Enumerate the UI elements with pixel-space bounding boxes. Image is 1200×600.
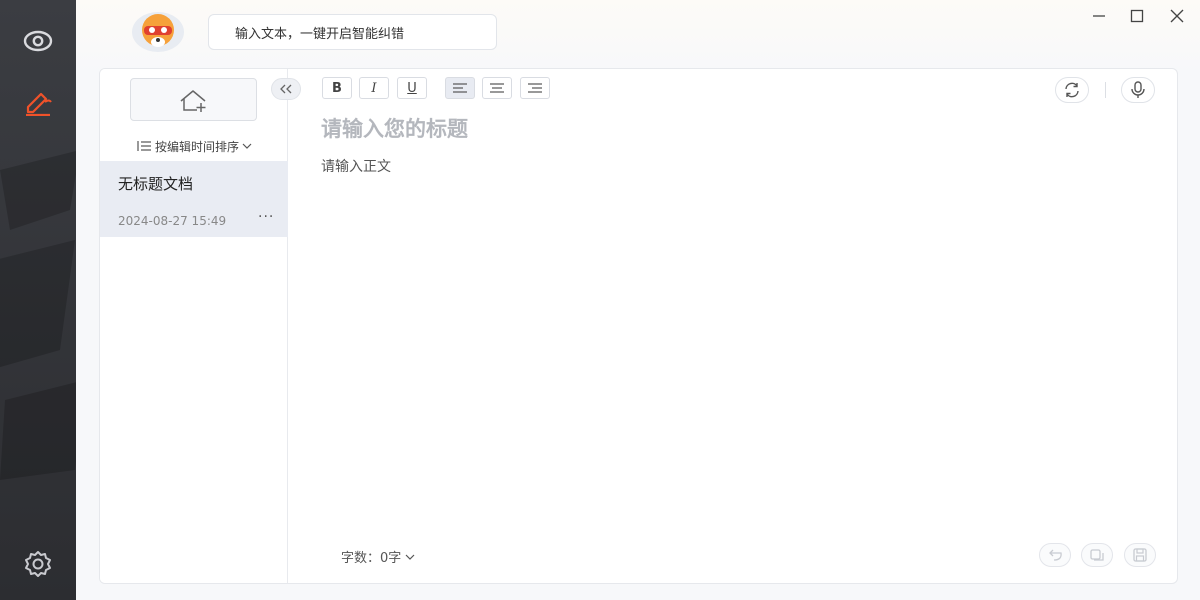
more-options-icon[interactable]: ··· (258, 209, 274, 225)
hint-text: 输入文本，一键开启智能纠错 (235, 26, 405, 42)
word-count-label: 字数：0字 (341, 551, 402, 566)
save-button[interactable] (1124, 543, 1156, 567)
refresh-icon (1065, 82, 1079, 98)
align-right-button[interactable] (520, 77, 550, 99)
word-count-dropdown[interactable]: 字数：0字 (341, 547, 415, 566)
document-list-panel: 按编辑时间排序 无标题文档 2024-08-27 15:49 ··· (100, 69, 288, 583)
minimize-icon[interactable] (1085, 4, 1113, 28)
document-timestamp: 2024-08-27 15:49 (118, 214, 227, 228)
gear-icon[interactable] (20, 546, 56, 582)
align-left-button[interactable] (445, 77, 475, 99)
microphone-icon (1131, 81, 1145, 98)
align-center-button[interactable] (482, 77, 512, 99)
sort-label: 按编辑时间排序 (154, 139, 239, 154)
italic-button[interactable]: I (359, 77, 389, 99)
underline-button[interactable]: U (397, 77, 427, 99)
save-icon (1133, 548, 1147, 562)
document-title: 无标题文档 (118, 175, 194, 193)
app-sidebar (0, 0, 76, 600)
sort-icon (137, 141, 151, 151)
sort-dropdown[interactable]: 按编辑时间排序 (100, 133, 288, 159)
copy-icon (1090, 549, 1104, 561)
align-left-icon (453, 83, 467, 93)
align-center-icon (490, 83, 504, 93)
voice-input-button[interactable] (1121, 77, 1155, 103)
edit-icon[interactable] (20, 85, 56, 121)
chevron-down-icon (405, 554, 415, 560)
align-right-icon (528, 83, 542, 93)
eye-icon[interactable] (20, 23, 56, 59)
refresh-button[interactable] (1055, 77, 1089, 103)
add-document-icon (180, 89, 205, 112)
maximize-icon[interactable] (1123, 4, 1151, 28)
body-input[interactable] (321, 157, 1141, 527)
double-chevron-left-icon (280, 84, 292, 94)
mascot-avatar (132, 12, 184, 52)
toolbar-divider (1105, 82, 1106, 98)
hint-bubble: 输入文本，一键开启智能纠错 (208, 14, 497, 50)
undo-button[interactable] (1039, 543, 1071, 567)
title-input[interactable] (321, 114, 921, 144)
chevron-down-icon (242, 143, 252, 149)
copy-button[interactable] (1081, 543, 1113, 567)
document-list-item[interactable]: 无标题文档 2024-08-27 15:49 ··· (100, 161, 288, 237)
bold-button[interactable]: B (322, 77, 352, 99)
collapse-panel-button[interactable] (271, 78, 301, 100)
new-document-button[interactable] (130, 78, 257, 121)
undo-icon (1049, 549, 1062, 561)
close-icon[interactable] (1163, 4, 1191, 28)
background-decoration (0, 151, 76, 480)
